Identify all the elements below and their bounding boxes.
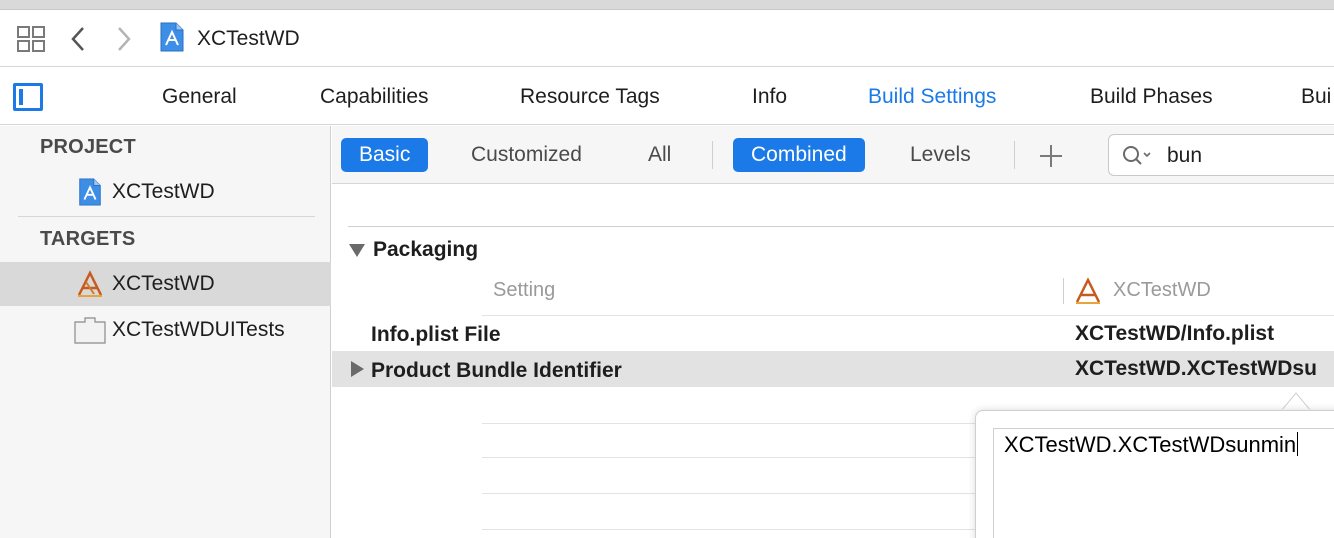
- filter-separator: [1014, 141, 1015, 169]
- tab-info[interactable]: Info: [752, 85, 787, 109]
- filter-combined-button[interactable]: Combined: [733, 138, 865, 172]
- tab-build-settings[interactable]: Build Settings: [868, 85, 996, 109]
- filter-customized-button[interactable]: Customized: [453, 138, 600, 172]
- divider: [348, 226, 1334, 227]
- sidebar-item-label: XCTestWD: [112, 272, 215, 295]
- window-top-edge: [0, 0, 1334, 10]
- sidebar-item-target-uitests[interactable]: XCTestWDUITests: [0, 308, 331, 352]
- disclosure-triangle-expanded-icon[interactable]: [349, 244, 365, 257]
- build-settings-filter-bar: Basic Customized All Combined Levels bun: [332, 126, 1334, 184]
- text-caret: [1297, 432, 1299, 456]
- column-header-setting: Setting: [493, 279, 556, 301]
- section-title-packaging: Packaging: [373, 238, 479, 261]
- tab-build-rules[interactable]: Bui: [1301, 85, 1331, 109]
- filter-basic-button[interactable]: Basic: [341, 138, 429, 172]
- search-input[interactable]: bun: [1167, 144, 1202, 168]
- setting-value-info-plist[interactable]: XCTestWD/Info.plist: [1075, 322, 1274, 346]
- setting-name-bundle-id[interactable]: Product Bundle Identifier: [371, 359, 622, 383]
- chevron-left-icon[interactable]: [68, 24, 88, 54]
- tab-resource-tags[interactable]: Resource Tags: [520, 85, 660, 109]
- setting-value-bundle-id[interactable]: XCTestWD.XCTestWDsu: [1075, 357, 1317, 381]
- disclosure-triangle-collapsed-icon[interactable]: [351, 361, 364, 377]
- chevron-right-icon[interactable]: [114, 24, 134, 54]
- sidebar-item-target-xctestwd[interactable]: XCTestWD: [0, 262, 331, 306]
- filter-levels-button[interactable]: Levels: [892, 138, 989, 172]
- sidebar-item-label: XCTestWDUITests: [112, 318, 285, 341]
- bundle-id-editor-text[interactable]: XCTestWD.XCTestWDsunmin: [1004, 432, 1299, 458]
- app-target-icon: [77, 270, 103, 297]
- tab-general[interactable]: General: [162, 85, 237, 109]
- sidebar-divider: [18, 216, 315, 217]
- filter-separator: [712, 141, 713, 169]
- app-target-icon: [1075, 277, 1101, 304]
- column-header-target: XCTestWD: [1113, 279, 1211, 301]
- jump-bar-title[interactable]: XCTestWD: [197, 27, 300, 51]
- project-header: PROJECT: [40, 136, 136, 158]
- sidebar-item-project[interactable]: XCTestWD: [0, 170, 331, 214]
- xcode-project-file-icon: [79, 178, 101, 206]
- targets-header: TARGETS: [40, 228, 136, 250]
- sidebar-item-label: XCTestWD: [112, 180, 215, 203]
- search-icon: [1123, 146, 1151, 165]
- add-setting-icon[interactable]: [1038, 143, 1064, 169]
- search-field[interactable]: bun: [1108, 134, 1334, 176]
- related-items-grid-icon[interactable]: [17, 26, 45, 52]
- xcode-project-file-icon: [160, 22, 184, 52]
- editor-tab-bar: General Capabilities Resource Tags Info …: [0, 68, 1334, 125]
- sidebar-toggle-icon[interactable]: [13, 83, 43, 111]
- tab-build-phases[interactable]: Build Phases: [1090, 85, 1213, 109]
- column-separator: [1063, 278, 1064, 304]
- tab-capabilities[interactable]: Capabilities: [320, 85, 429, 109]
- setting-name-info-plist[interactable]: Info.plist File: [371, 323, 501, 347]
- navigation-bar: XCTestWD: [0, 10, 1334, 67]
- filter-all-button[interactable]: All: [630, 138, 689, 172]
- test-bundle-icon: [74, 317, 106, 344]
- project-targets-sidebar: PROJECT XCTestWD TARGETS XCTestWD XCTest…: [0, 126, 331, 538]
- popover-arrow: [1281, 392, 1311, 411]
- row-divider: [482, 315, 1334, 316]
